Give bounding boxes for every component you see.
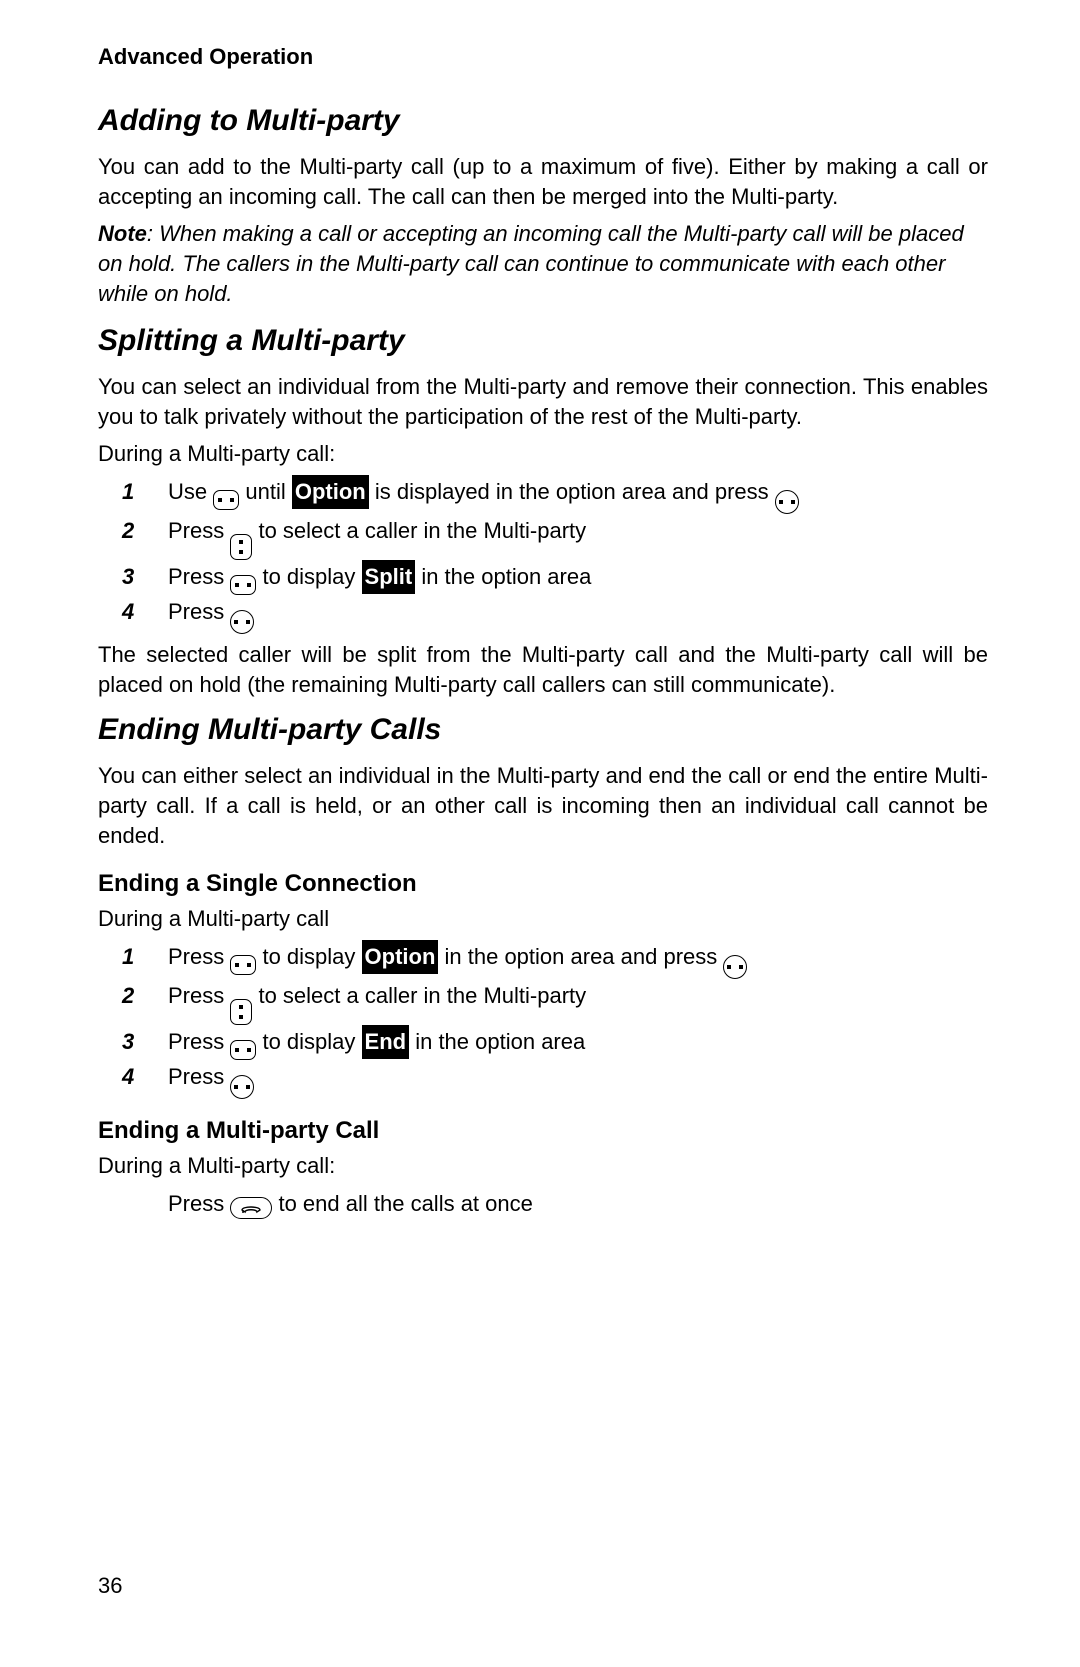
text: to end all the calls at once xyxy=(272,1191,533,1216)
text: is displayed in the option area and pres… xyxy=(369,479,775,504)
para: The selected caller will be split from t… xyxy=(98,640,988,701)
step: 1 Press to display Option in the option … xyxy=(98,940,988,979)
step: 4 Press xyxy=(98,1060,988,1099)
step: 2 Press to select a caller in the Multi-… xyxy=(98,514,988,560)
text: to display xyxy=(256,1029,361,1054)
note-text: : When making a call or accepting an inc… xyxy=(98,221,964,307)
steps-list: 1 Use until Option is displayed in the o… xyxy=(98,475,988,634)
text: to display xyxy=(256,944,361,969)
heading-splitting: Splitting a Multi-party xyxy=(98,324,988,358)
step: Press to end all the calls at once xyxy=(98,1187,988,1221)
text: to select a caller in the Multi-party xyxy=(252,983,586,1008)
lead-in: During a Multi-party call: xyxy=(98,1151,988,1181)
option-label: Option xyxy=(292,475,369,509)
step-number: 4 xyxy=(122,1060,134,1094)
text: Press xyxy=(168,564,230,589)
nav-up-down-key-icon xyxy=(230,534,252,560)
step-number: 1 xyxy=(122,475,134,509)
text: Press xyxy=(168,983,230,1008)
step: 1 Use until Option is displayed in the o… xyxy=(98,475,988,514)
nav-left-right-key-icon xyxy=(230,575,256,595)
heading-ending: Ending Multi-party Calls xyxy=(98,713,988,747)
heading-ending-single: Ending a Single Connection xyxy=(98,870,988,898)
step-number: 1 xyxy=(122,940,134,974)
nav-left-right-key-icon xyxy=(230,1040,256,1060)
end-label: End xyxy=(362,1025,410,1059)
note: Note: When making a call or accepting an… xyxy=(98,219,988,310)
step: 4 Press xyxy=(98,595,988,634)
text: Use xyxy=(168,479,213,504)
step: 3 Press to display End in the option are… xyxy=(98,1025,988,1060)
text: Press xyxy=(168,599,230,624)
text: to select a caller in the Multi-party xyxy=(252,518,586,543)
step-number: 2 xyxy=(122,979,134,1013)
nav-up-down-key-icon xyxy=(230,999,252,1025)
text: in the option area xyxy=(415,564,591,589)
note-label: Note xyxy=(98,221,147,246)
text: until xyxy=(239,479,292,504)
lead-in: During a Multi-party call xyxy=(98,904,988,934)
text: Press xyxy=(168,1029,230,1054)
text: Press xyxy=(168,518,230,543)
step-number: 2 xyxy=(122,514,134,548)
text: Press xyxy=(168,1064,230,1089)
nav-left-right-key-icon xyxy=(213,490,239,510)
step: 3 Press to display Split in the option a… xyxy=(98,560,988,595)
text: in the option area xyxy=(409,1029,585,1054)
lead-in: During a Multi-party call: xyxy=(98,439,988,469)
step-number: 3 xyxy=(122,1025,134,1059)
select-key-icon xyxy=(230,610,254,634)
select-key-icon xyxy=(230,1075,254,1099)
steps-list: 1 Press to display Option in the option … xyxy=(98,940,988,1099)
text: in the option area and press xyxy=(438,944,723,969)
heading-ending-multi: Ending a Multi-party Call xyxy=(98,1117,988,1145)
end-call-key-icon xyxy=(230,1197,272,1219)
text: to display xyxy=(256,564,361,589)
para: You can add to the Multi-party call (up … xyxy=(98,152,988,213)
option-label: Option xyxy=(362,940,439,974)
running-header: Advanced Operation xyxy=(98,44,988,70)
para: You can select an individual from the Mu… xyxy=(98,372,988,433)
nav-left-right-key-icon xyxy=(230,955,256,975)
manual-page: Advanced Operation Adding to Multi-party… xyxy=(0,0,1080,1667)
page-number: 36 xyxy=(98,1573,122,1599)
step-number: 3 xyxy=(122,560,134,594)
text: Press xyxy=(168,1191,230,1216)
step: 2 Press to select a caller in the Multi-… xyxy=(98,979,988,1025)
split-label: Split xyxy=(362,560,416,594)
para: You can either select an individual in t… xyxy=(98,761,988,852)
select-key-icon xyxy=(775,490,799,514)
text: Press xyxy=(168,944,230,969)
heading-adding: Adding to Multi-party xyxy=(98,104,988,138)
step-number: 4 xyxy=(122,595,134,629)
select-key-icon xyxy=(723,955,747,979)
